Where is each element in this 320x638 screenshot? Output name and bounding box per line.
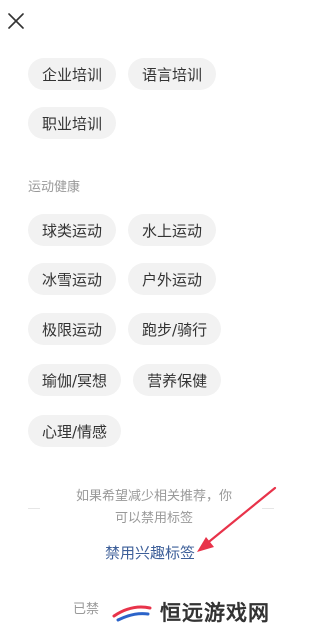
- tag-chip[interactable]: 语言培训: [128, 58, 217, 90]
- tag-row: 球类运动 水上运动: [28, 214, 217, 246]
- close-icon: [8, 13, 24, 29]
- tag-chip[interactable]: 营养保健: [133, 364, 222, 396]
- tag-chip[interactable]: 瑜伽/冥想: [28, 364, 122, 396]
- tag-chip[interactable]: 跑步/骑行: [128, 313, 222, 345]
- hint-text: 如果希望减少相关推荐，你: [75, 489, 232, 504]
- disabled-tags-label: 已禁: [73, 602, 100, 617]
- tag-chip[interactable]: 企业培训: [28, 58, 117, 90]
- tag-row: 瑜伽/冥想 营养保健: [28, 364, 222, 396]
- watermark-logo-icon: [112, 605, 152, 622]
- close-button[interactable]: [4, 9, 28, 33]
- tag-row: 企业培训 语言培训: [28, 58, 217, 90]
- tag-chip[interactable]: 职业培训: [28, 107, 117, 139]
- tag-chip[interactable]: 心理/情感: [28, 415, 122, 447]
- tag-row: 职业培训: [28, 107, 117, 139]
- tag-chip[interactable]: 冰雪运动: [28, 263, 117, 295]
- tag-chip[interactable]: 极限运动: [28, 313, 117, 345]
- tag-row: 极限运动 跑步/骑行: [28, 313, 222, 345]
- section-title: 运动健康: [28, 180, 81, 195]
- divider: [28, 508, 40, 509]
- hint-text: 可以禁用标签: [114, 511, 193, 526]
- tag-row: 冰雪运动 户外运动: [28, 263, 217, 295]
- disable-interest-tags-link[interactable]: 禁用兴趣标签: [0, 542, 300, 563]
- watermark-text: 恒远游戏网: [160, 600, 270, 625]
- tag-chip[interactable]: 球类运动: [28, 214, 117, 246]
- tag-chip[interactable]: 水上运动: [128, 214, 217, 246]
- tag-row: 心理/情感: [28, 415, 122, 447]
- watermark: 恒远游戏网: [110, 594, 270, 630]
- tag-chip[interactable]: 户外运动: [128, 263, 217, 295]
